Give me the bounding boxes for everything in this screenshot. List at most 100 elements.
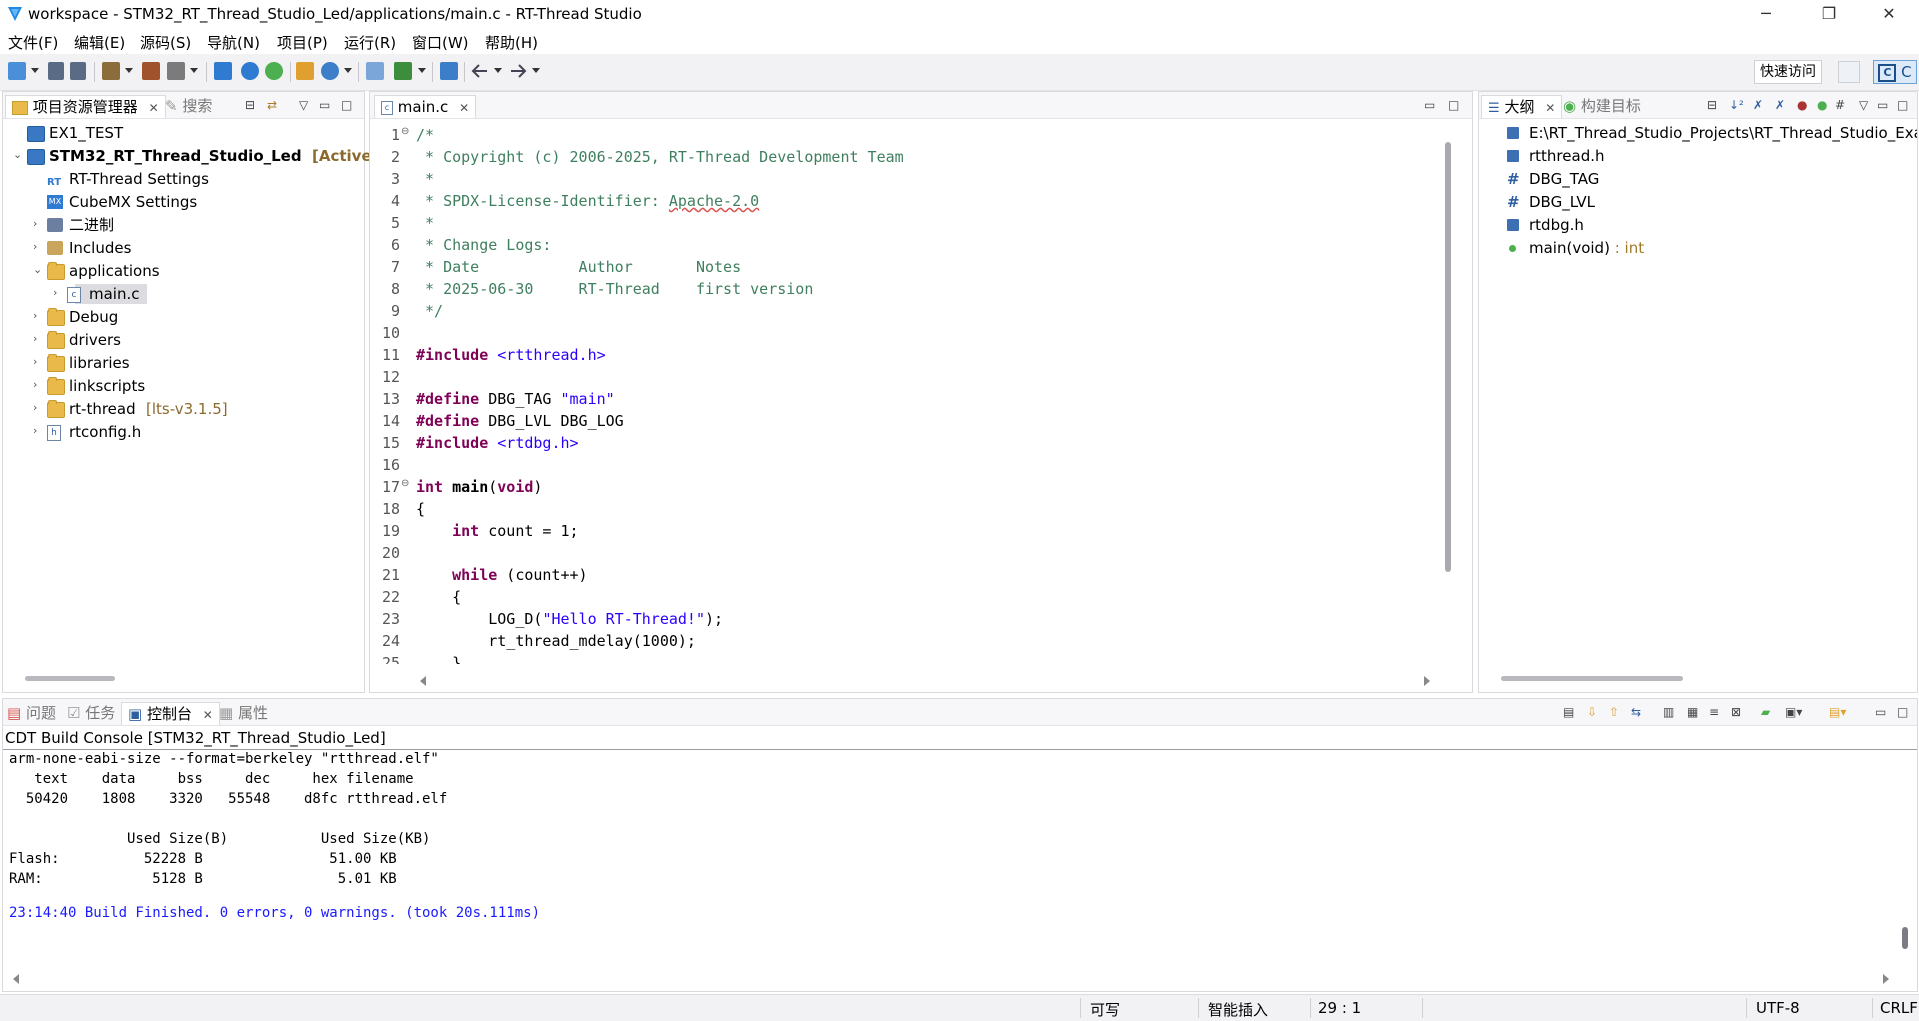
new-dropdown-icon[interactable]: [31, 68, 39, 73]
status-encoding[interactable]: UTF-8: [1756, 999, 1800, 1017]
scroll-right-icon[interactable]: [1883, 974, 1889, 984]
close-tab-icon[interactable]: ✕: [203, 708, 213, 722]
menu-project[interactable]: 项目(P): [277, 32, 328, 53]
new-console-icon[interactable]: ▤▾: [1829, 705, 1846, 719]
tree-item[interactable]: MX CubeMX Settings: [3, 191, 362, 213]
layers-icon[interactable]: [440, 62, 458, 80]
chevron-right-icon[interactable]: ›: [33, 379, 43, 390]
group-macros-icon[interactable]: #: [1835, 98, 1845, 112]
chevron-right-icon[interactable]: ›: [33, 402, 43, 413]
rebuild-icon[interactable]: [142, 62, 160, 80]
vertical-scrollbar[interactable]: [1445, 142, 1451, 572]
chevron-down-icon[interactable]: ⌄: [33, 264, 43, 275]
hide-members-icon[interactable]: ●: [1817, 98, 1827, 112]
code-editor[interactable]: 1 ⊖/* 2 * Copyright (c) 2006-2025, RT-Thre…: [370, 124, 1440, 664]
fold-toggle-icon[interactable]: ⊖: [401, 478, 409, 489]
hide-fields-icon[interactable]: ✗: [1753, 98, 1763, 112]
tree-item[interactable]: › c main.c: [3, 283, 362, 305]
tab-properties[interactable]: ▦ 属性: [219, 702, 268, 724]
open-console-icon[interactable]: ▰: [1761, 705, 1770, 719]
tab-tasks[interactable]: ☑ 任务: [67, 702, 115, 724]
minimize-editor-icon[interactable]: ▭: [1424, 98, 1435, 112]
minimize-view-icon[interactable]: ▭: [1877, 98, 1888, 112]
tree-item[interactable]: › linkscripts: [3, 375, 362, 397]
link-editor-icon[interactable]: ⇄: [267, 98, 277, 112]
tab-main-c[interactable]: c main.c ✕: [374, 95, 477, 118]
tree-item[interactable]: › h rtconfig.h: [3, 421, 362, 443]
tree-item[interactable]: ⌄ applications: [3, 260, 362, 282]
word-wrap-icon[interactable]: ⇆: [1631, 705, 1641, 719]
horizontal-scrollbar[interactable]: [1501, 676, 1683, 681]
remove-all-icon[interactable]: ⊠: [1731, 705, 1741, 719]
horizontal-scrollbar[interactable]: [25, 676, 115, 681]
back-arrow-icon[interactable]: [471, 62, 489, 80]
save-icon[interactable]: [48, 62, 64, 80]
maximize-editor-icon[interactable]: □: [1448, 98, 1459, 112]
menu-source[interactable]: 源码(S): [140, 32, 191, 53]
hide-static-icon[interactable]: ✗: [1775, 98, 1785, 112]
save-all-icon[interactable]: [70, 62, 86, 80]
close-tab-icon[interactable]: ✕: [1545, 101, 1555, 115]
quick-access-input[interactable]: 快速访问: [1754, 60, 1822, 84]
close-tab-icon[interactable]: ✕: [459, 101, 469, 115]
display-console-icon[interactable]: ▦: [1687, 705, 1698, 719]
settings-gear-icon[interactable]: [241, 62, 259, 80]
minimize-view-icon[interactable]: ▭: [319, 98, 330, 112]
menu-navigate[interactable]: 导航(N): [207, 32, 260, 53]
view-menu-icon[interactable]: ▽: [299, 98, 308, 112]
tab-outline[interactable]: ☰ 大纲 ✕: [1481, 95, 1563, 118]
tree-item[interactable]: RT RT-Thread Settings: [3, 168, 362, 190]
hide-nonpublic-icon[interactable]: ●: [1797, 98, 1807, 112]
minimize-button[interactable]: ─: [1743, 0, 1789, 28]
status-line-ending[interactable]: CRLF: [1880, 999, 1918, 1017]
chevron-down-icon[interactable]: ⌄: [13, 149, 23, 160]
scroll-lock-up-icon[interactable]: ⇧: [1609, 705, 1619, 719]
debug-icon[interactable]: [265, 62, 283, 80]
console-view-icon[interactable]: ▣▾: [1785, 705, 1802, 719]
c-perspective-button[interactable]: C C: [1873, 60, 1917, 84]
tree-item[interactable]: › rt-thread [lts-v3.1.5]: [3, 398, 362, 420]
chevron-right-icon[interactable]: ›: [33, 218, 43, 229]
tab-build-targets[interactable]: ◉ 构建目标: [1563, 95, 1641, 117]
outline-item[interactable]: E:\RT_Thread_Studio_Projects\RT_Thread_S…: [1479, 122, 1917, 144]
fold-toggle-icon[interactable]: ⊖: [401, 126, 409, 137]
build-dropdown-icon[interactable]: [125, 68, 133, 73]
close-button[interactable]: ✕: [1866, 0, 1912, 28]
console-output[interactable]: arm-none-eabi-size --format=berkeley "rt…: [3, 751, 1893, 951]
outline-item[interactable]: # DBG_LVL: [1479, 191, 1917, 213]
terminal-icon[interactable]: [366, 62, 384, 80]
tree-item[interactable]: ⌄ STM32_RT_Thread_Studio_Led [Active -: [3, 145, 383, 167]
scroll-right-icon[interactable]: [1424, 676, 1430, 686]
download-dropdown-icon[interactable]: [418, 68, 426, 73]
menu-help[interactable]: 帮助(H): [485, 32, 538, 53]
tab-console[interactable]: ▣ 控制台 ✕: [121, 702, 220, 725]
outline-item[interactable]: main(void) : int: [1479, 237, 1917, 259]
menu-run[interactable]: 运行(R): [344, 32, 396, 53]
console-vertical-scrollbar[interactable]: [1902, 927, 1908, 949]
search-dropdown-icon[interactable]: [344, 68, 352, 73]
download-icon[interactable]: [394, 62, 412, 80]
tree-item[interactable]: › 二进制: [3, 214, 362, 236]
chevron-right-icon[interactable]: ›: [53, 287, 63, 298]
tab-search[interactable]: ✎ 搜索: [165, 95, 212, 117]
search-icon[interactable]: [321, 62, 339, 80]
build-icon[interactable]: [102, 62, 120, 80]
chevron-right-icon[interactable]: ›: [33, 333, 43, 344]
pin-console-icon[interactable]: ▥: [1663, 705, 1674, 719]
clean-dropdown-icon[interactable]: [190, 68, 198, 73]
scroll-left-icon[interactable]: [13, 974, 19, 984]
tree-item[interactable]: › libraries: [3, 352, 362, 374]
close-tab-icon[interactable]: ✕: [149, 101, 159, 115]
menu-window[interactable]: 窗口(W): [412, 32, 469, 53]
outline-item[interactable]: rtthread.h: [1479, 145, 1917, 167]
open-perspective-icon[interactable]: [1838, 61, 1860, 83]
maximize-view-icon[interactable]: □: [1897, 98, 1908, 112]
view-menu-icon[interactable]: ▽: [1859, 98, 1868, 112]
scroll-left-icon[interactable]: [420, 676, 426, 686]
menu-file[interactable]: 文件(F): [8, 32, 58, 53]
restore-button[interactable]: ❐: [1806, 0, 1852, 28]
chevron-right-icon[interactable]: ›: [33, 241, 43, 252]
collapse-all-icon[interactable]: ⊟: [245, 98, 255, 112]
open-element-icon[interactable]: [296, 62, 314, 80]
clean-icon[interactable]: [167, 62, 185, 80]
